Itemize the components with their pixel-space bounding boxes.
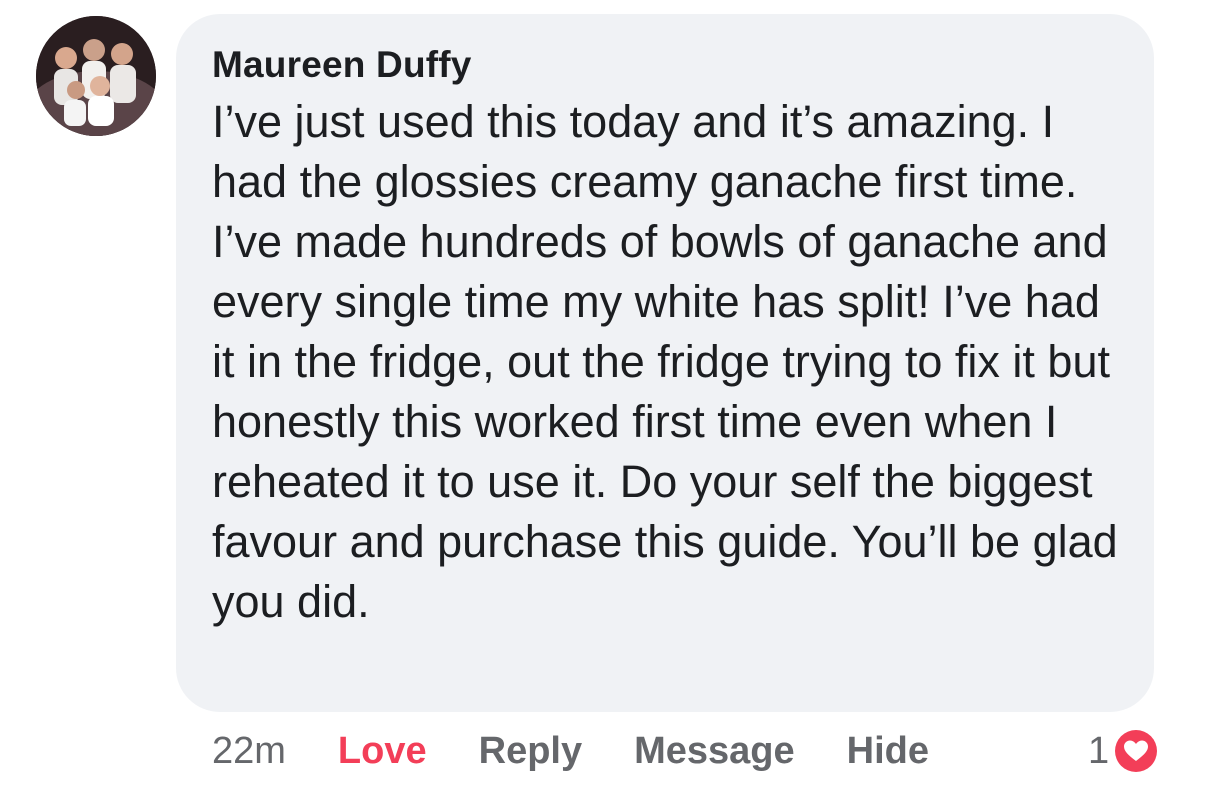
hide-button[interactable]: Hide xyxy=(847,730,929,773)
comment-text: I’ve just used this today and it’s amazi… xyxy=(212,96,1118,627)
love-button[interactable]: Love xyxy=(338,730,427,773)
heart-icon xyxy=(1111,726,1162,776)
comment-bubble: Maureen Duffy I’ve just used this today … xyxy=(176,14,1154,712)
comment-actions: 22m Love Reply Message Hide xyxy=(212,726,929,776)
comment-timestamp[interactable]: 22m xyxy=(212,730,286,773)
reaction-summary[interactable]: 1 xyxy=(1088,726,1162,776)
comment: Maureen Duffy I’ve just used this today … xyxy=(0,0,1206,802)
reply-button[interactable]: Reply xyxy=(479,730,582,773)
profile-photo-icon xyxy=(36,16,156,136)
message-button[interactable]: Message xyxy=(634,730,795,773)
avatar[interactable] xyxy=(36,16,156,136)
comment-author[interactable]: Maureen Duffy xyxy=(212,42,1118,88)
reaction-count: 1 xyxy=(1088,729,1110,772)
